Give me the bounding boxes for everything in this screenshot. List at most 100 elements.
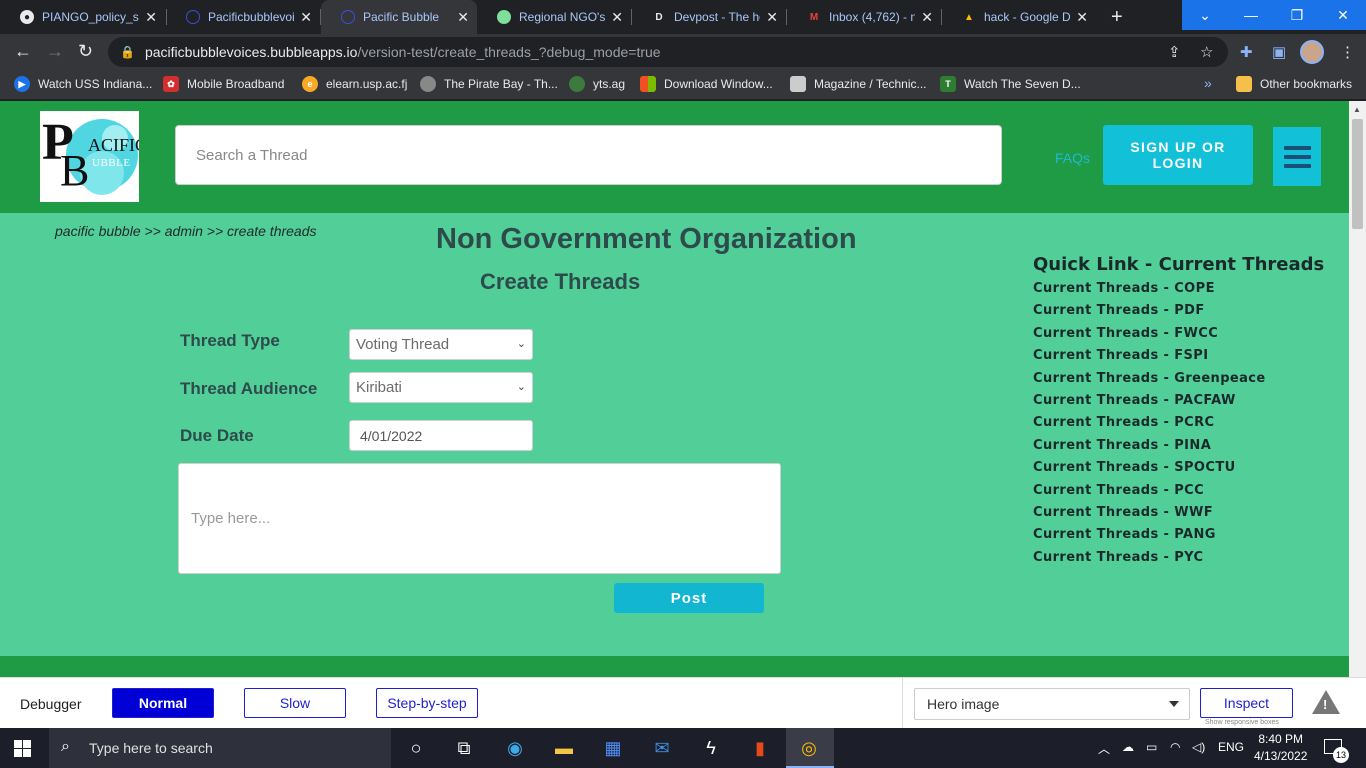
other-bookmarks[interactable]: Other bookmarks (1236, 76, 1352, 92)
windows-icon (640, 76, 656, 92)
quick-link-item[interactable]: Current Threads - FWCC (1033, 326, 1266, 348)
thread-type-select[interactable]: Voting Thread ⌄ (349, 329, 533, 360)
forward-icon[interactable]: → (46, 42, 64, 60)
minimize-icon[interactable]: — (1228, 0, 1274, 30)
browser-tab[interactable]: Pacificbubblevoic ✕ (166, 0, 320, 34)
browser-tab[interactable]: M Inbox (4,762) - n ✕ (787, 0, 941, 34)
thread-body-input[interactable]: Type here... (178, 463, 781, 574)
cortana-icon[interactable]: ○ (404, 736, 428, 760)
more-menu-icon[interactable]: ⋮ (1340, 43, 1355, 61)
site-footer (0, 656, 1349, 677)
bookmark-item[interactable]: yts.ag (569, 76, 625, 92)
share-icon[interactable]: ⇪ (1168, 43, 1181, 61)
reload-icon[interactable]: ↻ (78, 42, 93, 60)
debug-mode-slow-button[interactable]: Slow (244, 688, 346, 718)
hamburger-menu-icon[interactable] (1273, 127, 1321, 186)
debug-mode-step-button[interactable]: Step-by-step (376, 688, 478, 718)
tray-expand-icon[interactable]: ︿ (1098, 740, 1110, 757)
browser-tab[interactable]: ● PIANGO_policy_s ✕ (0, 0, 165, 34)
new-tab-icon[interactable]: + (1111, 6, 1123, 29)
quick-link-item[interactable]: Current Threads - PACFAW (1033, 393, 1266, 415)
browser-tab[interactable]: Regional NGO's ✕ (477, 0, 631, 34)
browser-tab[interactable]: D Devpost - The ho ✕ (632, 0, 786, 34)
address-bar[interactable]: 🔒 pacificbubblevoices.bubbleapps.io /ver… (108, 37, 1228, 67)
scroll-up-icon[interactable]: ▲ (1353, 105, 1361, 114)
star-icon[interactable]: ☆ (1200, 43, 1213, 61)
profile-avatar[interactable] (1300, 40, 1324, 64)
debugger-label: Debugger (20, 696, 82, 712)
bookmark-item[interactable]: The Pirate Bay - Th... (420, 76, 558, 92)
app-s-icon[interactable]: ϟ (699, 736, 723, 760)
quick-link-item[interactable]: Current Threads - PANG (1033, 527, 1266, 549)
post-button[interactable]: Post (614, 583, 764, 613)
quick-link-item[interactable]: Current Threads - PYC (1033, 550, 1266, 572)
volume-icon[interactable]: ◁) (1192, 740, 1205, 754)
mail-icon[interactable]: ✉ (650, 736, 674, 760)
bookmark-item[interactable]: Magazine / Technic... (790, 76, 927, 92)
bookmark-item[interactable]: T Watch The Seven D... (940, 76, 1081, 92)
signup-login-button[interactable]: SIGN UP OR LOGIN (1103, 125, 1253, 185)
close-icon[interactable]: ✕ (300, 9, 312, 26)
tab-title: Pacificbubblevoic (208, 10, 295, 24)
quick-link-item[interactable]: Current Threads - SPOCTU (1033, 460, 1266, 482)
quick-link-item[interactable]: Current Threads - WWF (1033, 505, 1266, 527)
thread-audience-label: Thread Audience (180, 379, 318, 398)
onedrive-icon[interactable]: ☁ (1122, 740, 1134, 754)
close-icon[interactable]: ✕ (921, 9, 933, 26)
quick-link-item[interactable]: Current Threads - COPE (1033, 281, 1266, 303)
language-indicator[interactable]: ENG (1218, 740, 1244, 754)
quick-link-item[interactable]: Current Threads - PINA (1033, 438, 1266, 460)
store-icon[interactable]: ▦ (601, 736, 625, 760)
close-icon[interactable]: ✕ (1076, 9, 1088, 26)
scroll-thumb[interactable] (1352, 119, 1363, 229)
edge-icon[interactable]: ◉ (503, 736, 527, 760)
close-icon[interactable]: ✕ (457, 9, 469, 26)
element-select[interactable]: Hero image (914, 688, 1190, 720)
task-view-icon[interactable]: ⧉ (452, 736, 476, 760)
thread-audience-select[interactable]: Kiribati ⌄ (349, 372, 533, 403)
tab-search-icon[interactable]: ⌄ (1182, 0, 1228, 30)
window-close-icon[interactable]: ✕ (1320, 0, 1366, 30)
thread-search-input[interactable] (175, 125, 1002, 185)
breadcrumb: pacific bubble >> admin >> create thread… (55, 223, 317, 239)
lock-icon[interactable]: 🔒 (120, 45, 135, 59)
debug-mode-normal-button[interactable]: Normal (112, 688, 214, 718)
windows-start-icon[interactable] (14, 740, 31, 757)
quick-link-item[interactable]: Current Threads - PCRC (1033, 415, 1266, 437)
extensions-icon[interactable]: ✚ (1240, 43, 1253, 61)
responsive-boxes-link[interactable]: Show responsive boxes (1205, 719, 1279, 726)
quick-link-item[interactable]: Current Threads - FSPI (1033, 348, 1266, 370)
side-panel-icon[interactable]: ▣ (1272, 43, 1286, 61)
battery-icon[interactable]: ▭ (1146, 740, 1157, 754)
quick-link-item[interactable]: Current Threads - PDF (1033, 303, 1266, 325)
restore-icon[interactable]: ❐ (1274, 0, 1320, 30)
close-icon[interactable]: ✕ (766, 9, 778, 26)
taskbar-search[interactable]: ⌕ Type here to search (49, 728, 391, 768)
chrome-icon[interactable]: ◎ (797, 736, 821, 760)
bookmark-item[interactable]: ✿ Mobile Broadband (163, 76, 284, 92)
faq-link[interactable]: FAQs (1055, 150, 1090, 166)
bookmark-item[interactable]: e elearn.usp.ac.fj (302, 76, 407, 92)
back-icon[interactable]: ← (14, 42, 32, 60)
browser-toolbar: ← → ↻ 🔒 pacificbubblevoices.bubbleapps.i… (0, 34, 1366, 70)
quick-link-item[interactable]: Current Threads - Greenpeace (1033, 371, 1266, 393)
pacific-bubble-logo[interactable]: P ACIFIC B UBBLE (40, 111, 139, 202)
browser-tab[interactable]: ▲ hack - Google Dr ✕ (942, 0, 1096, 34)
quick-links-title: Quick Link - Current Threads (1033, 254, 1325, 275)
taskbar-clock[interactable]: 8:40 PM 4/13/2022 (1254, 731, 1307, 765)
windows-taskbar: ⌕ Type here to search ○ ⧉ ◉ ▬ ▦ ✉ ϟ ▮ ◎ … (0, 728, 1366, 768)
more-bookmarks-icon[interactable]: » (1204, 75, 1212, 91)
close-icon[interactable]: ✕ (145, 9, 157, 26)
wifi-icon[interactable]: ◠ (1170, 740, 1180, 754)
bookmark-item[interactable]: ▶ Watch USS Indiana... (14, 76, 152, 92)
inspect-button[interactable]: Inspect (1200, 688, 1293, 718)
notification-count: 13 (1333, 747, 1349, 763)
page-scrollbar[interactable]: ▲ (1349, 101, 1366, 677)
bookmark-item[interactable]: Download Window... (640, 76, 773, 92)
quick-link-item[interactable]: Current Threads - PCC (1033, 483, 1266, 505)
browser-tab-active[interactable]: Pacific Bubble ✕ (321, 0, 477, 34)
due-date-input[interactable]: 4/01/2022 (349, 420, 533, 451)
close-icon[interactable]: ✕ (611, 9, 623, 26)
office-icon[interactable]: ▮ (748, 736, 772, 760)
file-explorer-icon[interactable]: ▬ (552, 736, 576, 760)
